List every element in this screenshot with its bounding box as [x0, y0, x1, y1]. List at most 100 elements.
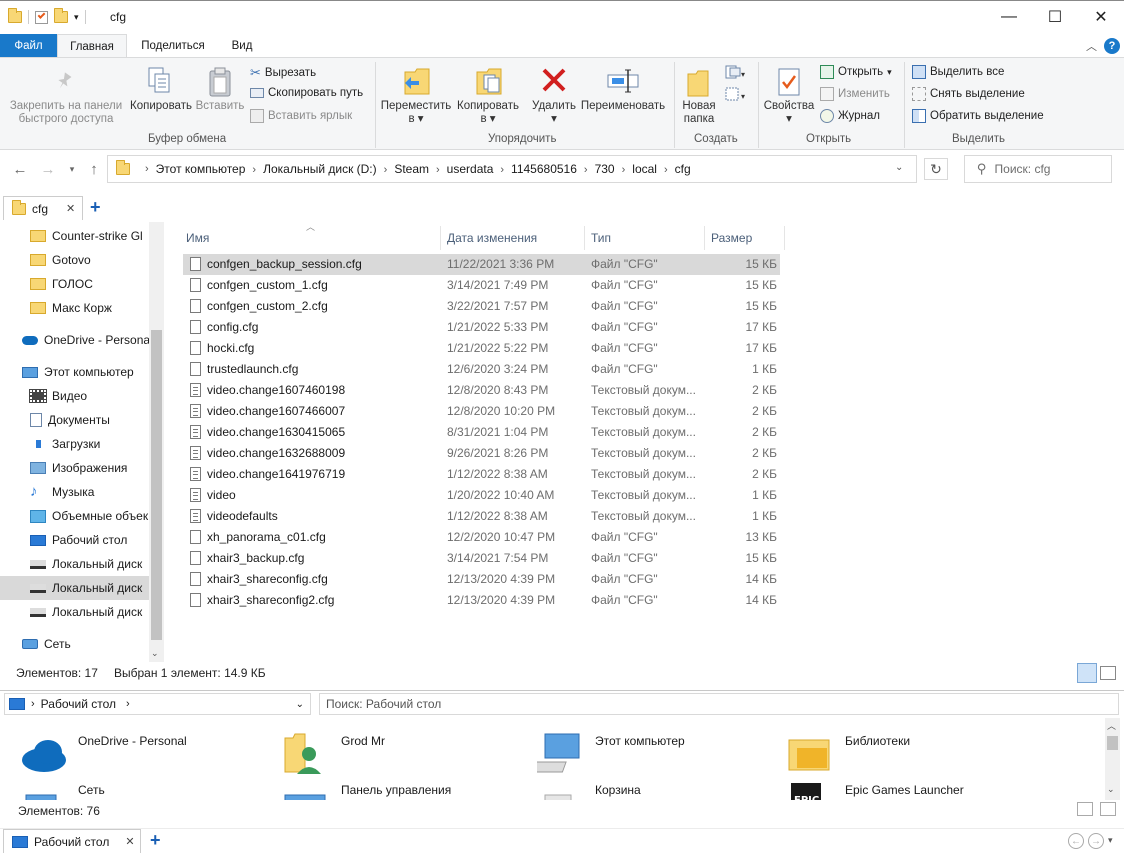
copy-button[interactable]: Копировать	[126, 100, 196, 113]
edit-button[interactable]: Изменить	[820, 87, 890, 101]
breadcrumb-item[interactable]: 730	[595, 162, 615, 176]
sidebar-item[interactable]: OneDrive - Persona	[0, 328, 150, 352]
scroll-down-icon[interactable]: ⌄	[1107, 784, 1115, 795]
address-dropdown-icon[interactable]: ⌄	[895, 162, 903, 173]
recent-locations-button[interactable]: ▾	[62, 159, 82, 179]
sidebar-item[interactable]: Локальный диск	[0, 600, 150, 624]
refresh-button[interactable]: ↻	[924, 158, 948, 180]
chevron-right-icon[interactable]: ›	[145, 163, 149, 175]
desktop-tile[interactable]: Панель управления	[283, 781, 451, 800]
collapse-ribbon-icon[interactable]: ︿	[1086, 38, 1097, 54]
up-button[interactable]: ↑	[84, 159, 104, 179]
properties-check-icon[interactable]	[35, 10, 48, 24]
sidebar-item[interactable]: Локальный диск	[0, 552, 150, 576]
breadcrumb-item[interactable]: cfg	[675, 162, 691, 176]
breadcrumb-item[interactable]: Локальный диск (D:)	[263, 162, 377, 176]
chevron-down-icon[interactable]: ▾	[1108, 835, 1113, 846]
desktop-tile[interactable]: Корзина	[537, 781, 641, 800]
file-row[interactable]: xhair3_shareconfig2.cfg 12/13/2020 4:39 P…	[183, 590, 780, 611]
sidebar-item[interactable]: Документы	[0, 408, 150, 432]
file-row[interactable]: confgen_custom_2.cfg 3/22/2021 7:57 PM Фай…	[183, 296, 780, 317]
new-folder-button[interactable]: Новая папка	[678, 100, 720, 126]
sidebar-item[interactable]: ♪ Музыка	[0, 480, 150, 504]
tab-desktop[interactable]: Рабочий стол ✕	[3, 829, 141, 853]
minimize-button[interactable]: —	[986, 0, 1032, 34]
file-row[interactable]: video.change1607460198 12/8/2020 8:43 PM Т…	[183, 380, 780, 401]
address-dropdown-icon[interactable]: ⌄	[296, 699, 304, 710]
tab-cfg[interactable]: cfg ✕	[3, 196, 83, 220]
tab-file[interactable]: Файл	[0, 34, 57, 58]
search-input[interactable]: ⚲ Поиск: cfg	[964, 155, 1112, 183]
folder-icon[interactable]	[8, 8, 22, 23]
file-row[interactable]: video.change1607466007 12/8/2020 10:20 PM…	[183, 401, 780, 422]
chevron-right-icon[interactable]: ›	[436, 164, 440, 176]
sidebar-scrollbar-thumb[interactable]	[151, 330, 162, 640]
sidebar-item[interactable]: Загрузки	[0, 432, 150, 456]
desktop-tile[interactable]: OneDrive - Personal	[20, 732, 187, 778]
desktop-search-input[interactable]: Поиск: Рабочий стол	[319, 693, 1119, 715]
sidebar-item[interactable]: Counter-strike Gl	[0, 224, 150, 248]
properties-button[interactable]: Свойства ▾	[760, 100, 818, 126]
desktop-tile[interactable]: EPIC Epic Games Launcher	[787, 781, 964, 800]
forward-arrow-icon[interactable]: →	[1088, 833, 1104, 849]
open-button[interactable]: Открыть ▾	[820, 65, 892, 79]
breadcrumb-item[interactable]: 1145680516	[511, 162, 577, 176]
file-row[interactable]: confgen_backup_session.cfg 11/22/2021 3:3…	[183, 254, 780, 275]
column-header-size[interactable]: Размер	[705, 226, 785, 250]
sidebar-item[interactable]: Макс Корж	[0, 296, 150, 320]
desktop-tile[interactable]: Этот компьютер	[537, 732, 685, 778]
sidebar-item[interactable]: ГОЛОС	[0, 272, 150, 296]
desktop-tile[interactable]: Grod Mr	[283, 732, 385, 778]
file-row[interactable]: xh_panorama_c01.cfg 12/2/2020 10:47 PM Фай…	[183, 527, 780, 548]
chevron-right-icon[interactable]: ›	[500, 164, 504, 176]
select-none-button[interactable]: Снять выделение	[912, 87, 1025, 101]
sidebar-item[interactable]: Этот компьютер	[0, 360, 150, 384]
select-all-button[interactable]: Выделить все	[912, 65, 1004, 79]
forward-button[interactable]: →	[38, 159, 58, 179]
breadcrumb-item[interactable]: userdata	[447, 162, 494, 176]
file-row[interactable]: trustedlaunch.cfg 12/6/2020 3:24 PM Файл "…	[183, 359, 780, 380]
sidebar-item[interactable]: Изображения	[0, 456, 150, 480]
file-row[interactable]: xhair3_shareconfig.cfg 12/13/2020 4:39 PM…	[183, 569, 780, 590]
move-to-button[interactable]: Переместить в ▾	[380, 100, 452, 126]
paste-shortcut-button[interactable]: Вставить ярлык	[250, 109, 352, 123]
scroll-down-icon[interactable]: ⌄	[151, 648, 159, 659]
delete-button[interactable]: Удалить ▾	[527, 100, 581, 126]
new-folder-icon[interactable]	[54, 8, 68, 23]
details-view-icon[interactable]	[1077, 663, 1097, 683]
close-button[interactable]: ✕	[1078, 0, 1124, 34]
column-header-type[interactable]: Тип	[585, 226, 705, 250]
paste-button[interactable]: Вставить	[194, 100, 246, 113]
close-tab-icon[interactable]: ✕	[66, 202, 75, 215]
invert-selection-button[interactable]: Обратить выделение	[912, 109, 1044, 123]
sidebar-item[interactable]: Сеть	[0, 632, 150, 656]
file-row[interactable]: confgen_custom_1.cfg 3/14/2021 7:49 PM Фай…	[183, 275, 780, 296]
file-row[interactable]: video.change1641976719 1/12/2022 8:38 AM Т…	[183, 464, 780, 485]
column-header-name[interactable]: Имя	[180, 226, 441, 250]
chevron-right-icon[interactable]: ›	[126, 698, 130, 710]
history-button[interactable]: Журнал	[820, 109, 880, 123]
sidebar-item[interactable]: Объемные объек	[0, 504, 150, 528]
file-row[interactable]: video 1/20/2022 10:40 AM Текстовый докум..…	[183, 485, 780, 506]
chevron-right-icon[interactable]: ›	[584, 164, 588, 176]
desktop-tile[interactable]: Сеть	[20, 781, 105, 800]
chevron-right-icon[interactable]: ›	[31, 698, 35, 710]
file-row[interactable]: config.cfg 1/21/2022 5:33 PM Файл "CFG" 17 …	[183, 317, 780, 338]
sidebar-item[interactable]: Gotovo	[0, 248, 150, 272]
details-view-icon[interactable]	[1077, 802, 1093, 816]
scroll-up-icon[interactable]: ︿	[1107, 719, 1116, 732]
cut-button[interactable]: ✂ Вырезать	[250, 65, 316, 81]
sidebar-item[interactable]: Рабочий стол	[0, 528, 150, 552]
maximize-button[interactable]: ☐	[1032, 0, 1078, 34]
copy-path-button[interactable]: Скопировать путь	[250, 87, 363, 99]
chevron-right-icon[interactable]: ›	[252, 164, 256, 176]
chevron-right-icon[interactable]: ›	[664, 164, 668, 176]
tab-share[interactable]: Поделиться	[130, 34, 216, 58]
sidebar-item[interactable]: Локальный диск	[0, 576, 150, 600]
large-icons-view-icon[interactable]	[1100, 666, 1116, 680]
close-tab-icon[interactable]: ✕	[125, 835, 134, 848]
chevron-right-icon[interactable]: ›	[384, 164, 388, 176]
breadcrumb-item[interactable]: Steam	[394, 162, 429, 176]
breadcrumb-item[interactable]: Этот компьютер	[156, 162, 246, 176]
desktop-crumb[interactable]: Рабочий стол	[41, 697, 116, 711]
